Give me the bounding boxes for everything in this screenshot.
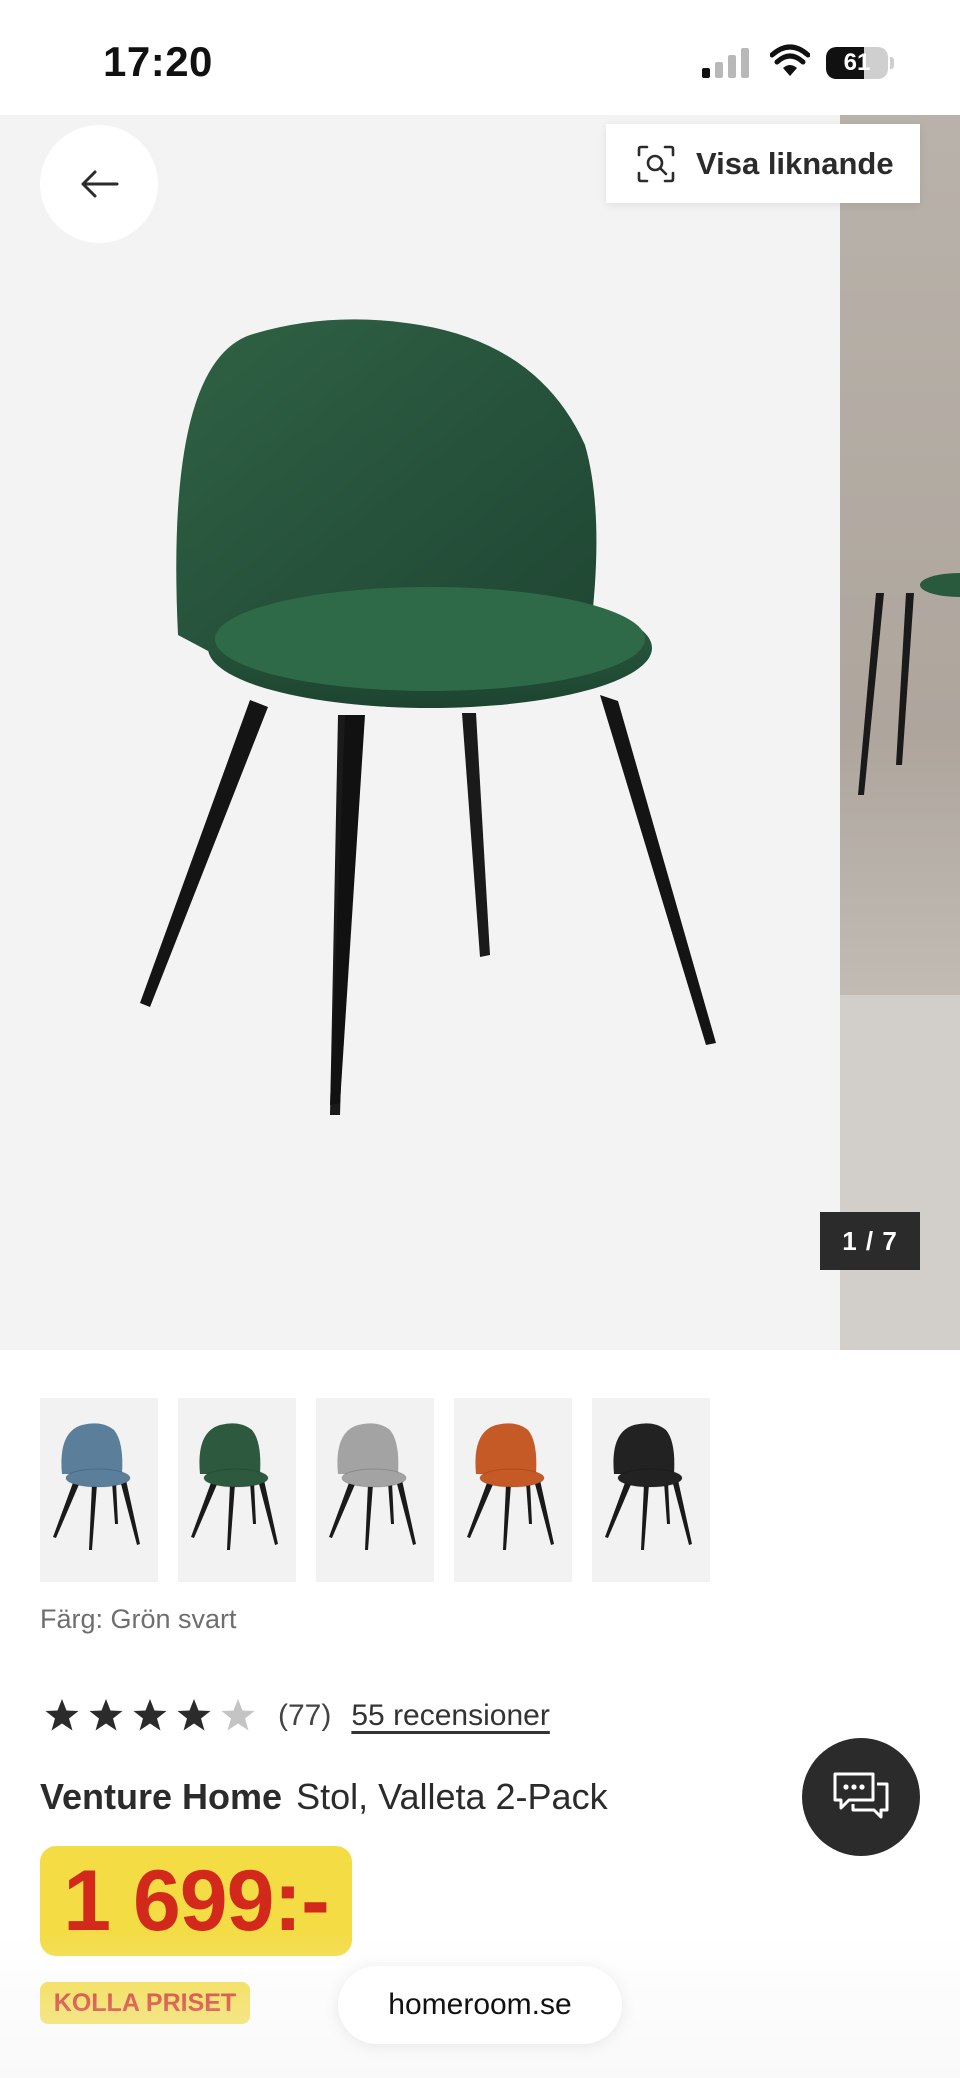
- chair-thumbnail-image: [467, 1423, 554, 1550]
- selected-color-label: Färg: Grön svart: [40, 1604, 237, 1634]
- chair-thumbnail-image: [53, 1423, 140, 1550]
- wifi-icon: [770, 44, 810, 76]
- product-price: 1 699:-: [63, 1852, 329, 1949]
- battery-percent: 61: [843, 49, 871, 76]
- rating-count: (77): [278, 1699, 332, 1732]
- signal-icon: [702, 48, 749, 78]
- rating-stars: [40, 1694, 260, 1738]
- product-image-green-chair[interactable]: [0, 115, 840, 1350]
- chat-icon: [833, 1772, 889, 1819]
- product-brand[interactable]: Venture Home: [40, 1776, 282, 1817]
- chair-thumbnail-image: [329, 1423, 416, 1550]
- star-filled-icon: [177, 1699, 211, 1731]
- product-image-gallery[interactable]: Visa liknande 1 / 7: [0, 115, 960, 1350]
- star-filled-icon: [89, 1699, 123, 1731]
- image-counter: 1 / 7: [820, 1212, 920, 1270]
- color-thumbnail-grey[interactable]: [316, 1398, 434, 1582]
- star-empty-icon: [221, 1699, 255, 1731]
- color-thumbnail-green[interactable]: [178, 1398, 296, 1582]
- promo-badge: KOLLA PRISET: [40, 1982, 250, 2024]
- show-similar-button[interactable]: Visa liknande: [606, 124, 920, 203]
- product-name: Stol, Valleta 2-Pack: [296, 1776, 608, 1817]
- chair-thumbnail-image: [605, 1423, 692, 1550]
- color-thumbnail-black[interactable]: [592, 1398, 710, 1582]
- show-similar-label: Visa liknande: [696, 145, 894, 181]
- back-button[interactable]: [40, 125, 158, 243]
- star-filled-icon: [45, 1699, 79, 1731]
- browser-url: homeroom.se: [388, 1988, 572, 2021]
- color-thumbnail-blue[interactable]: [40, 1398, 158, 1582]
- arrow-left-icon: [81, 170, 119, 198]
- battery-icon: 61: [826, 47, 894, 79]
- visual-search-icon: [637, 145, 675, 182]
- browser-url-bar[interactable]: homeroom.se: [338, 1966, 622, 2044]
- product-rating: (77) 55 recensioner: [40, 1694, 550, 1738]
- color-thumbnail-orange[interactable]: [454, 1398, 572, 1582]
- star-filled-icon: [133, 1699, 167, 1731]
- status-time: 17:20: [103, 38, 213, 85]
- chat-button[interactable]: [802, 1738, 920, 1856]
- next-product-image[interactable]: [840, 115, 960, 1350]
- promo-label: KOLLA PRISET: [53, 1988, 237, 2017]
- status-bar: 17:20 61: [0, 0, 960, 115]
- product-title: Venture Home Stol, Valleta 2-Pack: [40, 1776, 608, 1818]
- price-badge: 1 699:-: [40, 1846, 352, 1956]
- reviews-link[interactable]: 55 recensioner: [351, 1699, 549, 1733]
- chair-thumbnail-image: [191, 1423, 278, 1550]
